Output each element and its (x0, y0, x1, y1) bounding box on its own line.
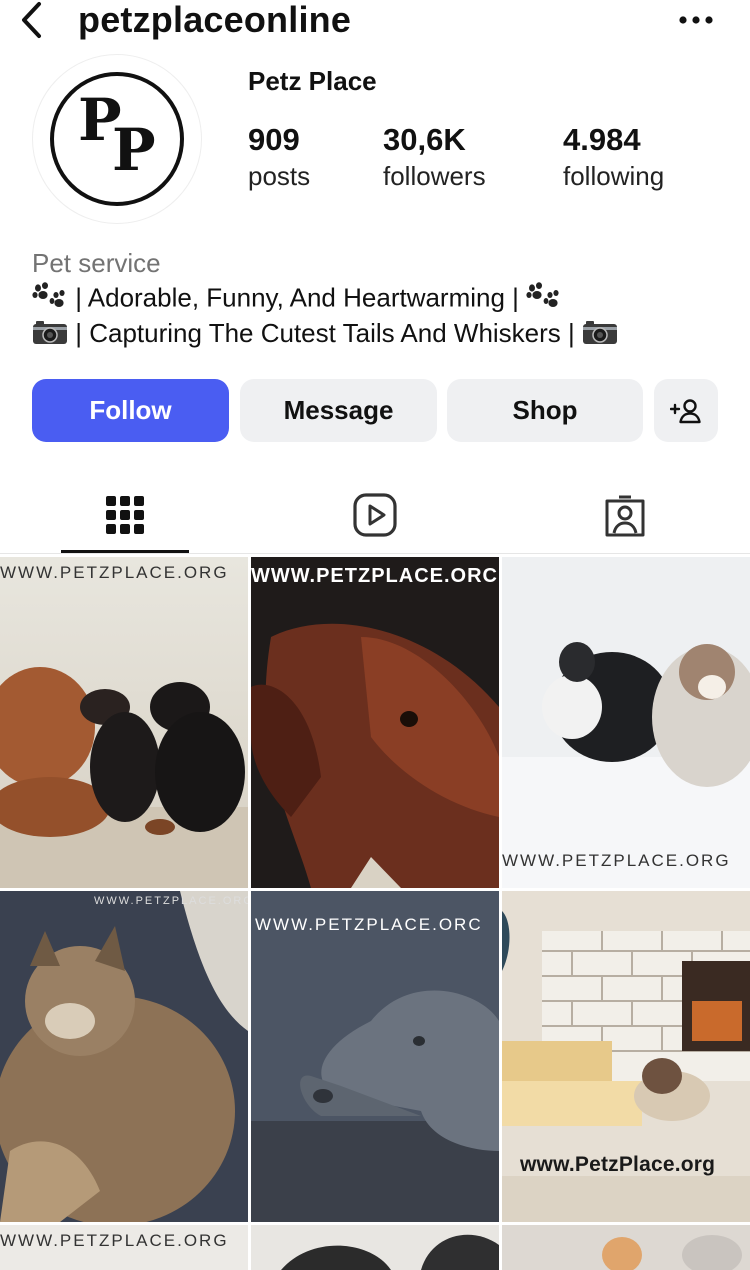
profile-category: Pet service (32, 248, 161, 278)
post-image (251, 891, 499, 1222)
paw-prints-icon (526, 282, 562, 317)
reels-icon (353, 493, 397, 537)
stat-posts[interactable]: 909 posts (248, 122, 310, 194)
watermark: WWW.PETZPLACE.ORG (94, 895, 248, 907)
bio-line-2: | Capturing The Cutest Tails And Whisker… (32, 318, 618, 352)
post-image (251, 1225, 499, 1270)
paw-prints-icon (32, 282, 68, 317)
chevron-left-icon[interactable] (14, 0, 50, 40)
post-thumbnail[interactable] (502, 1225, 750, 1270)
post-thumbnail[interactable]: WWW.PETZPLACE.ORC (251, 891, 499, 1222)
post-thumbnail[interactable]: WWW.PETZPLACE.ORG (0, 557, 248, 888)
post-image (502, 1225, 750, 1270)
watermark: WWW.PETZPLACE.ORC (251, 565, 498, 587)
stat-following-label: following (563, 161, 665, 191)
stat-followers-label: followers (383, 161, 486, 191)
avatar[interactable]: P P (32, 54, 202, 224)
post-thumbnail[interactable]: WWW.PETZPLACE.ORG (0, 891, 248, 1222)
post-image (0, 891, 248, 1222)
add-user-button[interactable] (654, 379, 718, 442)
watermark: WWW.PETZPLACE.ORC (255, 915, 483, 934)
post-image (502, 557, 750, 888)
more-horizontal-icon[interactable] (676, 4, 716, 36)
tab-reels[interactable] (250, 476, 500, 554)
tab-tagged[interactable] (500, 476, 750, 554)
post-thumbnail[interactable]: WWW.PETZPLACE.ORG (0, 1225, 248, 1270)
stat-posts-label: posts (248, 161, 311, 191)
shop-button[interactable]: Shop (447, 379, 643, 442)
watermark: WWW.PETZPLACE.ORG (0, 563, 229, 582)
bio-line-1: | Adorable, Funny, And Heartwarming | (32, 282, 562, 317)
watermark: WWW.PETZPLACE.ORG (502, 851, 731, 870)
tabs-divider (0, 553, 750, 554)
stat-following-value: 4.984 (563, 122, 641, 157)
post-image (0, 557, 248, 888)
tab-grid[interactable] (0, 476, 250, 554)
camera-icon (582, 319, 618, 352)
top-bar: petzplaceonline (0, 0, 750, 44)
camera-icon (32, 319, 68, 352)
watermark: www.PetzPlace.org (520, 1153, 716, 1176)
grid-icon (106, 496, 144, 534)
watermark: WWW.PETZPLACE.ORG (0, 1231, 229, 1250)
post-thumbnail[interactable]: WWW.PETZPLACE.ORG (502, 557, 750, 888)
post-thumbnail[interactable]: WWW.PETZPLACE.ORC (251, 557, 499, 888)
display-name: Petz Place (248, 66, 377, 96)
follow-button[interactable]: Follow (32, 379, 229, 442)
post-thumbnail[interactable]: www.PetzPlace.org (502, 891, 750, 1222)
post-thumbnail[interactable] (251, 1225, 499, 1270)
message-button[interactable]: Message (240, 379, 437, 442)
stat-following[interactable]: 4.984 following (563, 122, 664, 194)
brand-logo: P P (50, 72, 184, 206)
tab-active-indicator (61, 550, 189, 553)
stat-followers[interactable]: 30,6K followers (383, 122, 486, 194)
stat-followers-value: 30,6K (383, 122, 466, 157)
post-image (251, 557, 499, 888)
stat-posts-value: 909 (248, 122, 300, 157)
tagged-icon (605, 495, 645, 537)
profile-username: petzplaceonline (78, 0, 352, 40)
bio-line-1-text: | Adorable, Funny, And Heartwarming | (68, 282, 527, 313)
bio-line-2-text: | Capturing The Cutest Tails And Whisker… (68, 318, 582, 348)
add-user-icon (670, 398, 701, 423)
